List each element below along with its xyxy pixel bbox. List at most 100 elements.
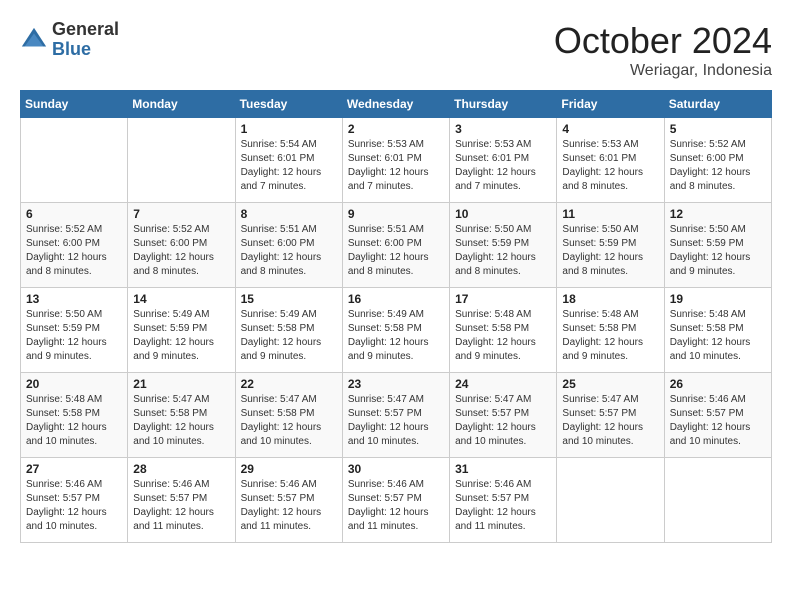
calendar-cell: 26 Sunrise: 5:46 AMSunset: 5:57 PMDayligh…	[664, 373, 771, 458]
day-info: Sunrise: 5:49 AMSunset: 5:58 PMDaylight:…	[241, 308, 337, 364]
month-title: October 2024	[554, 20, 772, 62]
day-info: Sunrise: 5:54 AMSunset: 6:01 PMDaylight:…	[241, 138, 337, 194]
day-number: 17	[455, 292, 551, 306]
week-row-2: 6 Sunrise: 5:52 AMSunset: 6:00 PMDaylight…	[21, 203, 772, 288]
day-info: Sunrise: 5:50 AMSunset: 5:59 PMDaylight:…	[26, 308, 122, 364]
calendar-cell: 10 Sunrise: 5:50 AMSunset: 5:59 PMDayligh…	[450, 203, 557, 288]
day-number: 9	[348, 207, 444, 221]
day-info: Sunrise: 5:48 AMSunset: 5:58 PMDaylight:…	[26, 393, 122, 449]
day-info: Sunrise: 5:53 AMSunset: 6:01 PMDaylight:…	[348, 138, 444, 194]
calendar-cell: 23 Sunrise: 5:47 AMSunset: 5:57 PMDayligh…	[342, 373, 449, 458]
calendar-cell: 21 Sunrise: 5:47 AMSunset: 5:58 PMDayligh…	[128, 373, 235, 458]
calendar-cell: 3 Sunrise: 5:53 AMSunset: 6:01 PMDaylight…	[450, 118, 557, 203]
day-info: Sunrise: 5:48 AMSunset: 5:58 PMDaylight:…	[455, 308, 551, 364]
day-info: Sunrise: 5:47 AMSunset: 5:58 PMDaylight:…	[241, 393, 337, 449]
week-row-5: 27 Sunrise: 5:46 AMSunset: 5:57 PMDayligh…	[21, 458, 772, 543]
calendar-cell	[557, 458, 664, 543]
day-info: Sunrise: 5:50 AMSunset: 5:59 PMDaylight:…	[455, 223, 551, 279]
day-number: 18	[562, 292, 658, 306]
logo-text: General Blue	[52, 20, 119, 60]
day-number: 22	[241, 377, 337, 391]
day-number: 10	[455, 207, 551, 221]
day-info: Sunrise: 5:47 AMSunset: 5:57 PMDaylight:…	[455, 393, 551, 449]
day-info: Sunrise: 5:49 AMSunset: 5:58 PMDaylight:…	[348, 308, 444, 364]
location-subtitle: Weriagar, Indonesia	[554, 62, 772, 80]
day-number: 26	[670, 377, 766, 391]
day-info: Sunrise: 5:48 AMSunset: 5:58 PMDaylight:…	[562, 308, 658, 364]
day-number: 25	[562, 377, 658, 391]
page-header: General Blue October 2024 Weriagar, Indo…	[20, 20, 772, 80]
calendar-cell: 17 Sunrise: 5:48 AMSunset: 5:58 PMDayligh…	[450, 288, 557, 373]
day-info: Sunrise: 5:47 AMSunset: 5:58 PMDaylight:…	[133, 393, 229, 449]
calendar-cell: 6 Sunrise: 5:52 AMSunset: 6:00 PMDaylight…	[21, 203, 128, 288]
day-info: Sunrise: 5:46 AMSunset: 5:57 PMDaylight:…	[133, 478, 229, 534]
calendar-cell: 7Sunrise: 5:52 AMSunset: 6:00 PMDaylight…	[128, 203, 235, 288]
calendar-cell: 31Sunrise: 5:46 AMSunset: 5:57 PMDayligh…	[450, 458, 557, 543]
day-info: Sunrise: 5:46 AMSunset: 5:57 PMDaylight:…	[670, 393, 766, 449]
weekday-header-monday: Monday	[128, 91, 235, 118]
day-info: Sunrise: 5:52 AMSunset: 6:00 PMDaylight:…	[133, 223, 229, 279]
calendar-cell: 1 Sunrise: 5:54 AMSunset: 6:01 PMDaylight…	[235, 118, 342, 203]
calendar-cell: 15 Sunrise: 5:49 AMSunset: 5:58 PMDayligh…	[235, 288, 342, 373]
day-number: 31	[455, 462, 551, 476]
weekday-header-wednesday: Wednesday	[342, 91, 449, 118]
day-number: 21	[133, 377, 229, 391]
day-number: 27	[26, 462, 122, 476]
calendar-cell: 29 Sunrise: 5:46 AMSunset: 5:57 PMDayligh…	[235, 458, 342, 543]
weekday-header-sunday: Sunday	[21, 91, 128, 118]
day-number: 1	[241, 122, 337, 136]
calendar-cell	[21, 118, 128, 203]
day-info: Sunrise: 5:46 AMSunset: 5:57 PMDaylight:…	[241, 478, 337, 534]
day-number: 13	[26, 292, 122, 306]
day-info: Sunrise: 5:47 AMSunset: 5:57 PMDaylight:…	[348, 393, 444, 449]
calendar-cell: 19Sunrise: 5:48 AMSunset: 5:58 PMDayligh…	[664, 288, 771, 373]
day-number: 6	[26, 207, 122, 221]
calendar-cell: 12Sunrise: 5:50 AMSunset: 5:59 PMDayligh…	[664, 203, 771, 288]
weekday-header-thursday: Thursday	[450, 91, 557, 118]
calendar-cell: 13 Sunrise: 5:50 AMSunset: 5:59 PMDayligh…	[21, 288, 128, 373]
day-number: 14	[133, 292, 229, 306]
calendar-cell: 14 Sunrise: 5:49 AMSunset: 5:59 PMDayligh…	[128, 288, 235, 373]
day-number: 28	[133, 462, 229, 476]
calendar-cell: 25Sunrise: 5:47 AMSunset: 5:57 PMDayligh…	[557, 373, 664, 458]
day-info: Sunrise: 5:49 AMSunset: 5:59 PMDaylight:…	[133, 308, 229, 364]
day-number: 15	[241, 292, 337, 306]
logo-icon	[20, 26, 48, 54]
calendar-cell: 11Sunrise: 5:50 AMSunset: 5:59 PMDayligh…	[557, 203, 664, 288]
day-info: Sunrise: 5:53 AMSunset: 6:01 PMDaylight:…	[455, 138, 551, 194]
calendar-table: SundayMondayTuesdayWednesdayThursdayFrid…	[20, 90, 772, 543]
calendar-cell: 27 Sunrise: 5:46 AMSunset: 5:57 PMDayligh…	[21, 458, 128, 543]
day-info: Sunrise: 5:53 AMSunset: 6:01 PMDaylight:…	[562, 138, 658, 194]
day-info: Sunrise: 5:46 AMSunset: 5:57 PMDaylight:…	[348, 478, 444, 534]
calendar-cell: 5 Sunrise: 5:52 AMSunset: 6:00 PMDaylight…	[664, 118, 771, 203]
week-row-4: 20 Sunrise: 5:48 AMSunset: 5:58 PMDayligh…	[21, 373, 772, 458]
calendar-cell: 4 Sunrise: 5:53 AMSunset: 6:01 PMDaylight…	[557, 118, 664, 203]
day-number: 12	[670, 207, 766, 221]
day-number: 24	[455, 377, 551, 391]
calendar-cell	[128, 118, 235, 203]
day-number: 2	[348, 122, 444, 136]
calendar-cell: 2 Sunrise: 5:53 AMSunset: 6:01 PMDaylight…	[342, 118, 449, 203]
calendar-cell: 8 Sunrise: 5:51 AMSunset: 6:00 PMDaylight…	[235, 203, 342, 288]
day-number: 5	[670, 122, 766, 136]
day-number: 4	[562, 122, 658, 136]
day-number: 29	[241, 462, 337, 476]
day-number: 20	[26, 377, 122, 391]
title-section: October 2024 Weriagar, Indonesia	[554, 20, 772, 80]
day-info: Sunrise: 5:51 AMSunset: 6:00 PMDaylight:…	[241, 223, 337, 279]
weekday-header-row: SundayMondayTuesdayWednesdayThursdayFrid…	[21, 91, 772, 118]
day-number: 23	[348, 377, 444, 391]
calendar-cell: 18 Sunrise: 5:48 AMSunset: 5:58 PMDayligh…	[557, 288, 664, 373]
day-info: Sunrise: 5:52 AMSunset: 6:00 PMDaylight:…	[26, 223, 122, 279]
calendar-cell: 16 Sunrise: 5:49 AMSunset: 5:58 PMDayligh…	[342, 288, 449, 373]
day-info: Sunrise: 5:50 AMSunset: 5:59 PMDaylight:…	[562, 223, 658, 279]
calendar-cell: 9 Sunrise: 5:51 AMSunset: 6:00 PMDaylight…	[342, 203, 449, 288]
day-info: Sunrise: 5:52 AMSunset: 6:00 PMDaylight:…	[670, 138, 766, 194]
day-info: Sunrise: 5:46 AMSunset: 5:57 PMDaylight:…	[26, 478, 122, 534]
day-number: 30	[348, 462, 444, 476]
day-number: 3	[455, 122, 551, 136]
calendar-cell: 30 Sunrise: 5:46 AMSunset: 5:57 PMDayligh…	[342, 458, 449, 543]
day-number: 8	[241, 207, 337, 221]
day-info: Sunrise: 5:51 AMSunset: 6:00 PMDaylight:…	[348, 223, 444, 279]
day-number: 16	[348, 292, 444, 306]
